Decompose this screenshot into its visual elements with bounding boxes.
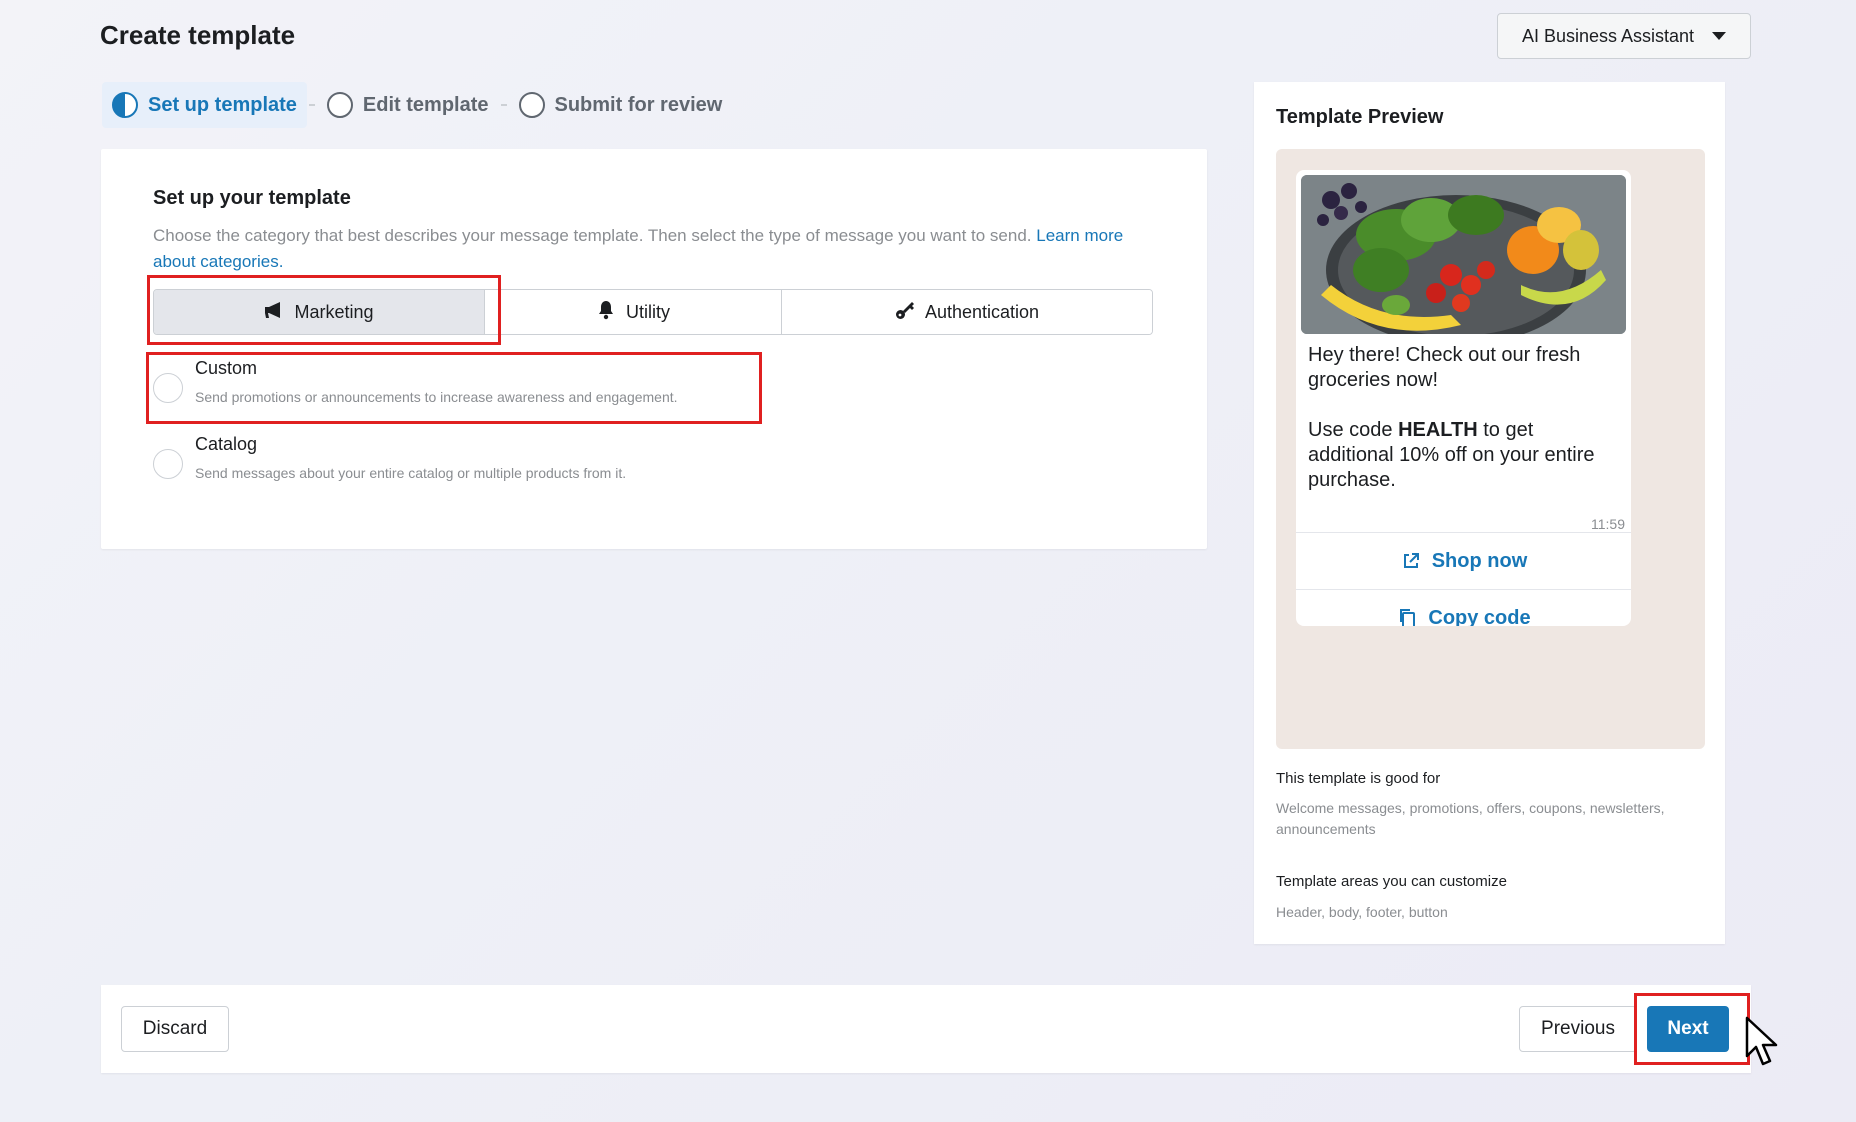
bell-icon	[596, 300, 616, 325]
setup-description: Choose the category that best describes …	[153, 223, 1153, 275]
tab-authentication[interactable]: Authentication	[782, 290, 1152, 334]
tab-label: Authentication	[924, 301, 1040, 322]
preview-title: Template Preview	[1276, 106, 1444, 128]
copy-code-button[interactable]: Copy code	[1296, 589, 1631, 626]
assistant-label: AI Business Assistant	[1521, 25, 1695, 46]
option-description: Send messages about your entire catalog …	[195, 465, 627, 481]
stepper: Set up template Edit template Submit for…	[102, 82, 732, 128]
page-title: Create template	[100, 20, 296, 50]
option-label: Custom	[195, 358, 258, 378]
radio-custom[interactable]	[153, 373, 183, 403]
tab-utility[interactable]: Utility	[485, 290, 782, 334]
step-label: Edit template	[362, 93, 489, 116]
option-catalog[interactable]: Catalog Send messages about your entire …	[153, 434, 627, 481]
footer-bar: Discard Previous Next	[101, 985, 1751, 1073]
category-tabs: Marketing Utility Authentication	[153, 289, 1153, 335]
previous-button[interactable]: Previous	[1519, 1006, 1637, 1052]
message-time: 11:59	[1591, 516, 1625, 532]
external-link-icon	[1400, 550, 1422, 572]
megaphone-icon	[264, 301, 284, 324]
message-line-1: Hey there! Check out our fresh groceries…	[1308, 344, 1581, 391]
option-custom[interactable]: Custom Send promotions or announcements …	[153, 358, 678, 405]
tab-label: Marketing	[294, 301, 374, 322]
ai-business-assistant-dropdown[interactable]: AI Business Assistant	[1497, 13, 1751, 59]
description-text: Choose the category that best describes …	[153, 226, 1037, 245]
message-body: Hey there! Check out our fresh groceries…	[1308, 343, 1618, 493]
setup-title: Set up your template	[153, 187, 351, 209]
option-label: Catalog	[195, 434, 258, 454]
copy-icon	[1396, 607, 1418, 626]
copy-code-label: Copy code	[1428, 606, 1531, 627]
good-for-text: Welcome messages, promotions, offers, co…	[1276, 800, 1665, 837]
caret-down-icon	[1712, 32, 1727, 40]
mouse-cursor-icon	[1745, 1016, 1778, 1066]
half-circle-icon	[112, 92, 138, 118]
step-submit-for-review[interactable]: Submit for review	[509, 82, 733, 128]
step-label: Submit for review	[554, 93, 723, 116]
chat-background: Hey there! Check out our fresh groceries…	[1276, 149, 1705, 749]
tab-marketing[interactable]: Marketing	[154, 290, 485, 334]
customizable-areas-text: Header, body, footer, button	[1276, 904, 1448, 920]
message-bubble: Hey there! Check out our fresh groceries…	[1296, 170, 1631, 626]
promo-code: HEALTH	[1398, 419, 1478, 441]
tab-label: Utility	[626, 301, 670, 322]
next-button[interactable]: Next	[1647, 1006, 1729, 1052]
setup-card: Set up your template Choose the category…	[101, 149, 1207, 549]
circle-icon	[518, 92, 545, 118]
key-icon	[895, 300, 915, 325]
radio-catalog[interactable]	[153, 449, 183, 479]
template-preview-card: Template Preview Hey there! Check out ou…	[1254, 82, 1725, 944]
step-separator	[500, 104, 507, 106]
groceries-image	[1301, 175, 1626, 334]
step-edit-template[interactable]: Edit template	[317, 82, 499, 128]
message-line-2: Use code HEALTH to get additional 10% of…	[1308, 419, 1595, 491]
shop-now-label: Shop now	[1431, 549, 1528, 572]
good-for-label: This template is good for	[1276, 770, 1441, 787]
step-set-up-template[interactable]: Set up template	[102, 82, 307, 128]
step-separator	[308, 104, 315, 106]
discard-button[interactable]: Discard	[121, 1006, 229, 1052]
option-description: Send promotions or announcements to incr…	[195, 389, 678, 405]
circle-icon	[326, 92, 353, 118]
customizable-areas-label: Template areas you can customize	[1276, 873, 1507, 890]
step-label: Set up template	[148, 93, 297, 116]
shop-now-button[interactable]: Shop now	[1296, 532, 1631, 589]
